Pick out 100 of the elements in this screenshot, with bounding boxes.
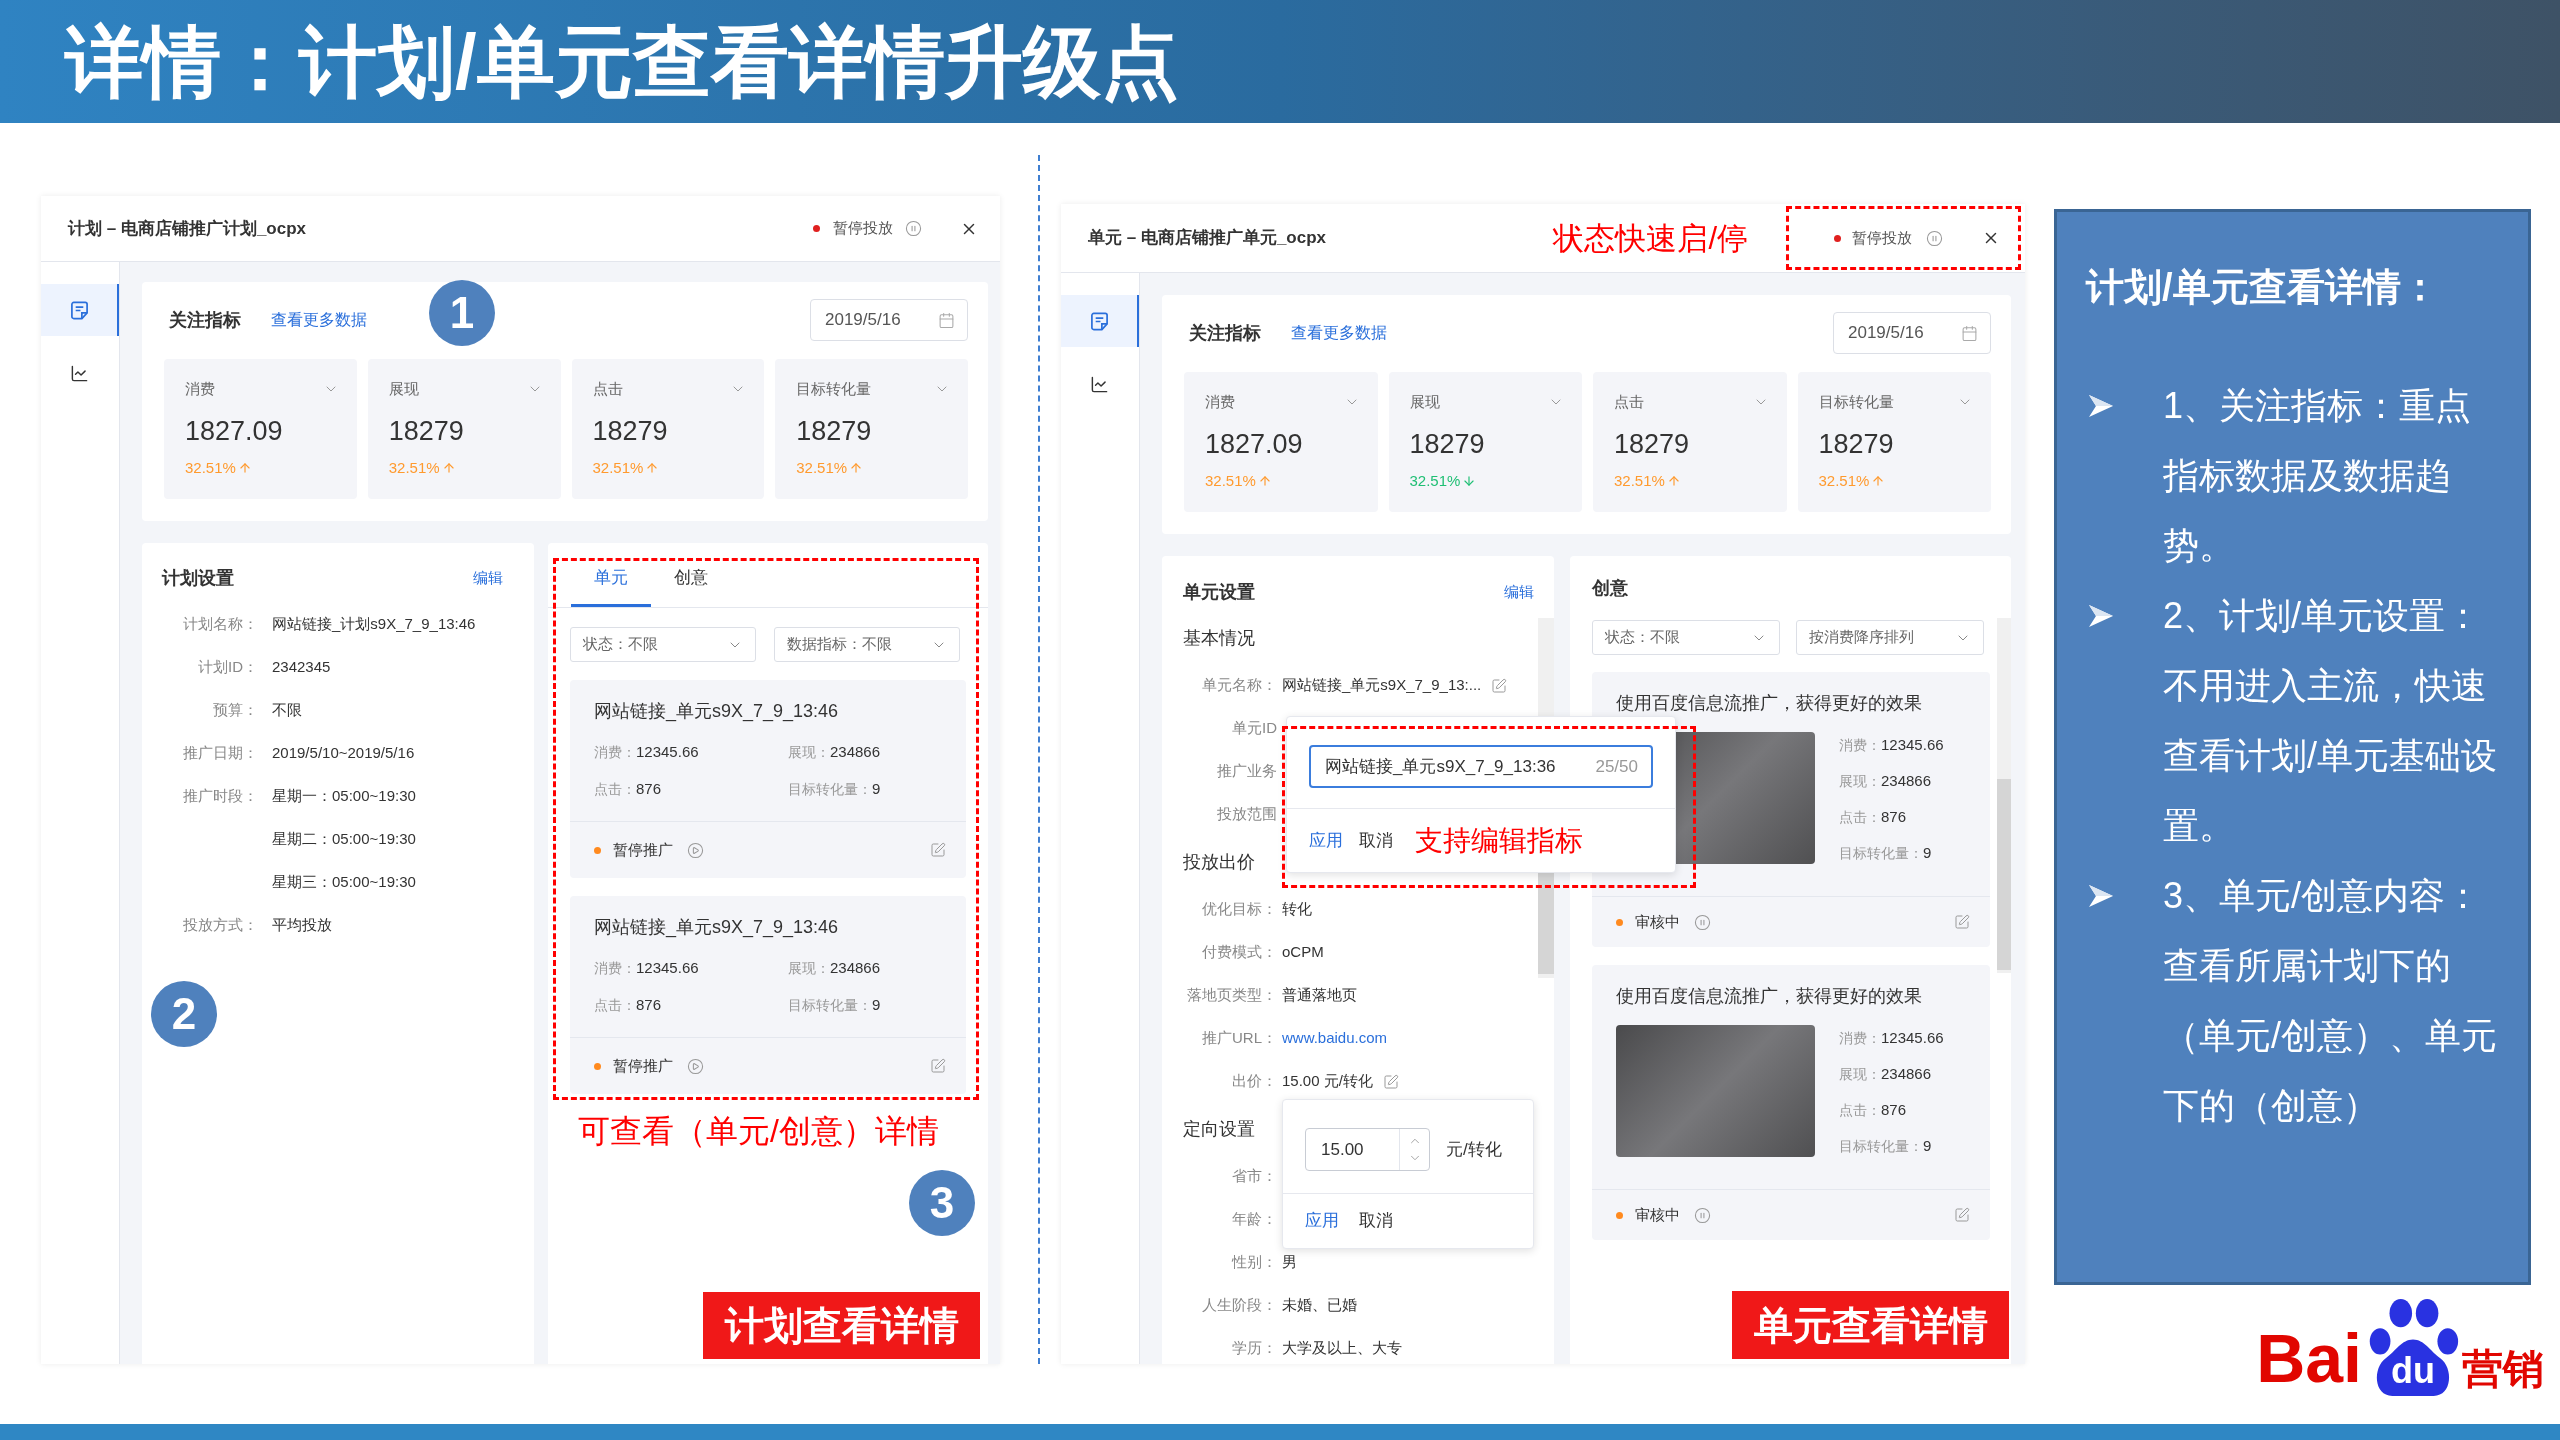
metric-label: 消费 <box>185 378 215 399</box>
window-title: 计划 – 电商店铺推广计划_ocpx <box>68 217 307 240</box>
section-heading: 基本情况 <box>1183 626 1255 650</box>
stat-label: 目标转化量： <box>1839 1136 1923 1156</box>
stat-value: 12345.66 <box>1881 1027 1944 1048</box>
field-value: 网站链接_计划s9X_7_9_13:46 <box>272 614 476 635</box>
stat-label: 消费： <box>1839 1028 1881 1048</box>
logo-text: Bai <box>2256 1324 2362 1392</box>
unit-label: 元/转化 <box>1446 1138 1502 1161</box>
stat-label: 展现： <box>1839 771 1881 791</box>
field-label: 单元ID <box>1232 718 1277 739</box>
status-label: 暂停投放 <box>1852 227 1912 248</box>
stat-value: 12345.66 <box>1881 734 1944 755</box>
annotation-text: 可查看（单元/创意）详情 <box>578 1113 939 1149</box>
stat-value: 9 <box>1923 842 1932 863</box>
stat-value: 234866 <box>830 742 881 763</box>
metric-label: 点击 <box>592 378 623 399</box>
section-title: 关注指标 <box>1189 321 1261 345</box>
field-value: 2342345 <box>272 657 331 678</box>
annotation-text: 支持编辑指标 <box>1415 826 1583 855</box>
stat-label: 展现： <box>788 959 830 978</box>
field-label: 付费模式： <box>1202 942 1277 963</box>
field-label: 省市： <box>1232 1166 1277 1187</box>
stat-value: 12345.66 <box>636 742 699 763</box>
field-value: 星期三：05:00~19:30 <box>272 872 416 893</box>
metric-label: 目标转化量 <box>796 378 872 399</box>
field-label: 投放方式： <box>183 915 258 936</box>
metric-value: 18279 <box>388 417 464 445</box>
section-title: 关注指标 <box>169 308 241 332</box>
field-value: 星期一：05:00~19:30 <box>272 786 416 807</box>
step-badge: 3 <box>909 1170 975 1236</box>
metric-value: 18279 <box>1818 430 1894 458</box>
field-label: 落地页类型： <box>1187 985 1277 1006</box>
field-value: 星期二：05:00~19:30 <box>272 829 416 850</box>
stat-label: 展现： <box>1839 1064 1881 1084</box>
field-label: 推广URL： <box>1202 1028 1277 1049</box>
metric-change: 32.51% <box>388 457 440 478</box>
bullet-text: 3、单元/创意内容：查看所属计划下的（单元/创意）、单元下的（创意） <box>2163 874 2498 1128</box>
metric-value: 18279 <box>592 417 668 445</box>
logo-text: du <box>2391 1353 2435 1389</box>
metric-label: 消费 <box>1205 391 1235 412</box>
stat-value: 876 <box>1881 806 1907 827</box>
bullet-text: 1、关注指标：重点指标数据及数据趋势。 <box>2163 384 2473 568</box>
creative-title: 使用百度信息流推广，获得更好的效果 <box>1616 691 1922 715</box>
stat-value: 9 <box>872 779 881 800</box>
creative-title: 使用百度信息流推广，获得更好的效果 <box>1616 984 1922 1008</box>
metric-change: 32.51% <box>1818 470 1870 491</box>
field-label: 预算： <box>213 700 258 721</box>
caption-tag: 计划查看详情 <box>703 1292 980 1359</box>
status-label: 暂停推广 <box>613 839 673 860</box>
section-heading: 投放出价 <box>1183 850 1255 874</box>
field-value: 15.00 元/转化 <box>1282 1071 1373 1092</box>
metric-change: 32.51% <box>592 457 644 478</box>
stat-label: 点击： <box>1839 807 1881 827</box>
caption-tag: 单元查看详情 <box>1732 1291 2009 1359</box>
step-badge: 1 <box>429 280 495 346</box>
section-heading: 定向设置 <box>1183 1117 1255 1141</box>
metric-change: 32.51% <box>1614 470 1665 491</box>
field-label: 学历： <box>1232 1338 1277 1359</box>
field-label: 推广时段： <box>183 786 258 807</box>
field-value: 2019/5/10~2019/5/16 <box>272 743 415 764</box>
stat-label: 消费： <box>594 743 636 762</box>
stat-value: 234866 <box>1881 770 1932 791</box>
field-label: 优化目标： <box>1202 899 1277 920</box>
metric-change: 32.51% <box>185 457 236 478</box>
stat-label: 消费： <box>1839 735 1881 755</box>
stat-value: 12345.66 <box>636 958 699 979</box>
stat-value: 876 <box>1881 1099 1907 1120</box>
stat-label: 点击： <box>594 996 636 1015</box>
status-label: 暂停投放 <box>833 218 893 239</box>
stat-label: 点击： <box>594 780 636 799</box>
field-value: oCPM <box>1282 942 1324 963</box>
field-value: 男 <box>1282 1252 1297 1273</box>
section-title: 创意 <box>1592 576 1628 600</box>
stat-value: 234866 <box>830 958 881 979</box>
logo-text: 营销 <box>2462 1349 2544 1390</box>
stat-label: 消费： <box>594 959 636 978</box>
field-label: 计划名称： <box>183 614 258 635</box>
section-title: 计划设置 <box>162 566 234 590</box>
field-label: 年龄： <box>1232 1209 1277 1230</box>
metric-label: 展现 <box>1409 391 1440 412</box>
field-label: 单元名称： <box>1202 675 1277 696</box>
field-value: 普通落地页 <box>1282 985 1357 1006</box>
field-value: 网站链接_单元s9X_7_9_13:... <box>1282 675 1482 696</box>
bullet-text: 2、计划/单元设置：不用进入主流，快速查看计划/单元基础设置。 <box>2163 594 2498 848</box>
field-value: 大学及以上、大专 <box>1282 1338 1402 1359</box>
step-badge: 2 <box>151 981 217 1047</box>
stat-label: 点击： <box>1839 1100 1881 1120</box>
stat-value: 9 <box>872 995 881 1016</box>
field-label: 性别： <box>1232 1252 1277 1273</box>
field-value: 转化 <box>1282 899 1312 920</box>
stat-label: 目标转化量： <box>1839 843 1923 863</box>
field-value: 未婚、已婚 <box>1282 1295 1357 1316</box>
metric-change: 32.51% <box>796 457 848 478</box>
window-title: 单元 – 电商店铺推广单元_ocpx <box>1088 227 1327 250</box>
status-label: 暂停推广 <box>613 1055 673 1076</box>
stat-value: 876 <box>636 995 662 1016</box>
notes-title: 计划/单元查看详情： <box>2086 265 2440 310</box>
metric-change: 32.51% <box>1205 470 1256 491</box>
metric-value: 18279 <box>796 417 872 445</box>
